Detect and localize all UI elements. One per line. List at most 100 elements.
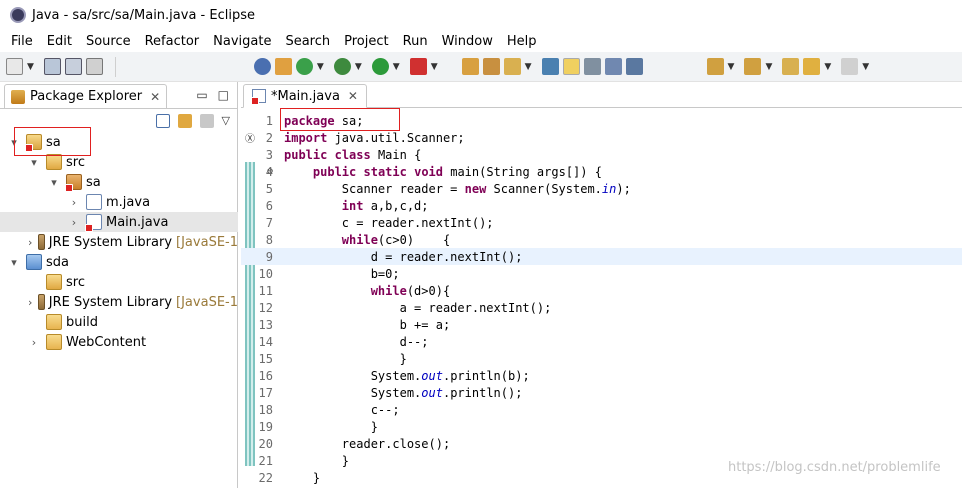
external-tools-icon[interactable]	[409, 58, 427, 75]
tree-item[interactable]: › JRE System Library [JavaSE-1	[0, 292, 238, 312]
toolbar-separator	[114, 56, 116, 77]
collapse-all-icon[interactable]	[155, 113, 170, 128]
line-number: 22	[258, 470, 273, 485]
print-icon[interactable]	[85, 58, 103, 75]
code-line: 11 while(d>0){	[241, 282, 962, 299]
code-text: d--;	[284, 334, 429, 349]
code-text: while(d>0){	[370, 283, 451, 298]
tree-item[interactable]: ▾ sda	[0, 252, 238, 272]
menu-navigate[interactable]: Navigate	[206, 34, 278, 49]
line-number: 4	[265, 164, 273, 179]
menu-edit[interactable]: Edit	[40, 34, 79, 49]
new-icon[interactable]	[6, 58, 23, 75]
menu-help[interactable]: Help	[500, 34, 544, 49]
tree-item[interactable]: › Main.java	[0, 212, 238, 232]
focus-icon[interactable]	[199, 113, 214, 128]
debug-dropdown-icon[interactable]: ▼	[355, 62, 362, 72]
tree-item[interactable]: › JRE System Library [JavaSE-1	[0, 232, 238, 252]
open-task-dropdown-icon[interactable]: ▼	[525, 62, 532, 72]
forward-icon[interactable]	[841, 58, 859, 75]
minimize-icon[interactable]: ▭	[196, 88, 207, 102]
window-title: Java - sa/src/sa/Main.java - Eclipse	[32, 7, 255, 23]
code-line: 18 c--;	[241, 401, 962, 418]
code-text: c--;	[284, 402, 400, 417]
next-annotation-icon[interactable]	[706, 58, 724, 75]
collapsed-chevron-icon[interactable]: ›	[28, 336, 40, 349]
code-line: 14 d--;	[241, 333, 962, 350]
package-explorer-panel: Package Explorer ✕ ▭ □ ▽ ▾ sa ▾ src ▾ sa › m.ja…	[0, 82, 238, 488]
show-whitespace-icon[interactable]	[604, 58, 622, 75]
code-line: 12 a = reader.nextInt();	[241, 299, 962, 316]
link-with-editor-icon[interactable]	[177, 113, 192, 128]
previous-annotation-dropdown-icon[interactable]: ▼	[765, 62, 772, 72]
tree-item-label: src	[66, 274, 85, 290]
menu-file[interactable]: File	[4, 34, 40, 49]
code-text: d = reader.nextInt();	[284, 249, 523, 264]
pin-icon[interactable]	[253, 58, 271, 75]
view-menu-icon[interactable]: ▽	[222, 114, 230, 127]
line-number: 12	[258, 300, 273, 315]
tree-item-label: src	[66, 154, 85, 170]
back-icon[interactable]	[803, 58, 821, 75]
new-java-icon[interactable]	[295, 58, 313, 75]
close-icon[interactable]: ✕	[150, 90, 160, 104]
tree-item[interactable]: src	[0, 272, 238, 292]
paragraph-icon[interactable]	[625, 58, 643, 75]
close-icon[interactable]: ✕	[348, 89, 358, 103]
code-text: import java.util.Scanner;	[284, 130, 465, 145]
new-dropdown-icon[interactable]: ▼	[27, 62, 34, 72]
title-bar: Java - sa/src/sa/Main.java - Eclipse	[0, 0, 962, 30]
run-icon[interactable]	[371, 58, 389, 75]
open-task-icon[interactable]	[503, 58, 521, 75]
build-icon[interactable]	[274, 58, 292, 75]
menu-window[interactable]: Window	[435, 34, 500, 49]
menu-refactor[interactable]: Refactor	[138, 34, 207, 49]
save-icon[interactable]	[43, 58, 61, 75]
menu-project[interactable]: Project	[337, 34, 395, 49]
forward-dropdown-icon[interactable]: ▼	[862, 62, 869, 72]
menu-search[interactable]: Search	[278, 34, 337, 49]
tree-item-label: JRE System Library	[48, 234, 173, 250]
collapsed-chevron-icon[interactable]: ›	[68, 196, 80, 209]
code-text: System.out.println();	[284, 385, 523, 400]
collapsed-chevron-icon[interactable]: ›	[28, 296, 32, 309]
next-annotation-dropdown-icon[interactable]: ▼	[728, 62, 735, 72]
tree-item[interactable]: ▾ sa	[0, 172, 238, 192]
expanded-chevron-icon[interactable]: ▾	[8, 256, 20, 269]
maximize-icon[interactable]: □	[218, 88, 229, 102]
tree-item-label: JRE System Library	[48, 294, 173, 310]
code-line: 19 }	[241, 418, 962, 435]
last-edit-icon[interactable]	[782, 58, 800, 75]
run-dropdown-icon[interactable]: ▼	[393, 62, 400, 72]
collapsed-chevron-icon[interactable]: ›	[28, 236, 32, 249]
expanded-chevron-icon[interactable]: ▾	[48, 176, 60, 189]
toggle-mark-icon[interactable]	[562, 58, 580, 75]
save-all-icon[interactable]	[64, 58, 82, 75]
collapsed-chevron-icon[interactable]: ›	[68, 216, 80, 229]
code-line: 8 while(c>0) {	[241, 231, 962, 248]
tree-item[interactable]: › m.java	[0, 192, 238, 212]
open-type-icon[interactable]	[461, 58, 479, 75]
watermark: https://blog.csdn.net/problemlife	[728, 460, 941, 475]
line-number: 1	[265, 113, 273, 128]
tree-item-label: sa	[86, 174, 101, 190]
menu-source[interactable]: Source	[79, 34, 138, 49]
tree-item[interactable]: build	[0, 312, 238, 332]
line-number: 18	[258, 402, 273, 417]
open-package-icon[interactable]	[482, 58, 500, 75]
menu-run[interactable]: Run	[396, 34, 435, 49]
tree-item-label: build	[66, 314, 98, 330]
back-dropdown-icon[interactable]: ▼	[824, 62, 831, 72]
package-explorer-tab[interactable]: Package Explorer ✕	[4, 84, 168, 108]
toggle-block-icon[interactable]	[583, 58, 601, 75]
debug-icon[interactable]	[333, 58, 351, 75]
external-tools-dropdown-icon[interactable]: ▼	[431, 62, 438, 72]
expanded-chevron-icon[interactable]: ▾	[28, 156, 40, 169]
editor-tab-main[interactable]: *Main.java ✕	[243, 84, 367, 108]
previous-annotation-icon[interactable]	[744, 58, 762, 75]
line-number: 2	[265, 130, 273, 145]
new-java-dropdown-icon[interactable]: ▼	[317, 62, 324, 72]
tree-item[interactable]: › WebContent	[0, 332, 238, 352]
code-line: 16 System.out.println(b);	[241, 367, 962, 384]
search-icon[interactable]	[541, 58, 559, 75]
